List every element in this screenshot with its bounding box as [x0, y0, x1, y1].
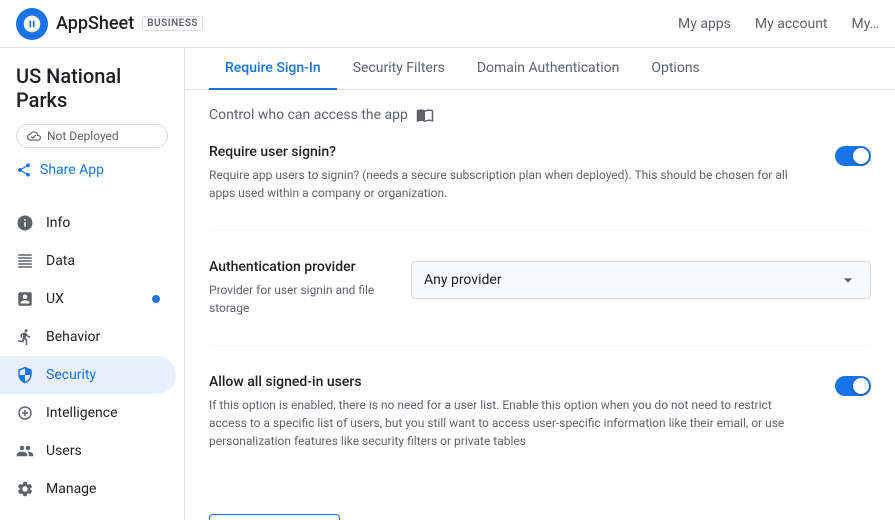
sidebar-item-users-label: Users [46, 443, 82, 459]
tab-bar: Require Sign-In Security Filters Domain … [185, 48, 895, 90]
not-deployed-label: Not Deployed [47, 129, 119, 143]
tab-security-filters[interactable]: Security Filters [337, 48, 461, 90]
toggle-thumb [853, 148, 869, 164]
behavior-icon [16, 328, 34, 346]
sidebar-item-behavior-label: Behavior [46, 329, 100, 345]
allow-all-signed-in-desc: If this option is enabled, there is no n… [209, 396, 811, 450]
ux-notification-dot [152, 295, 160, 303]
share-app-button[interactable]: Share App [0, 156, 184, 184]
require-user-signin-text: Require user signin? Require app users t… [209, 144, 835, 202]
control-header: Control who can access the app [209, 106, 871, 124]
auth-provider-desc: Provider for user signin and file storag… [209, 281, 387, 317]
require-user-signin-toggle[interactable] [835, 146, 871, 166]
sidebar-item-ux-label: UX [46, 291, 64, 307]
allow-all-signed-in-text: Allow all signed-in users If this option… [209, 374, 835, 450]
sidebar-item-users[interactable]: Users [0, 432, 176, 470]
sidebar-item-intelligence-label: Intelligence [46, 405, 118, 421]
not-deployed-badge[interactable]: Not Deployed [16, 124, 168, 148]
toggle-track-2 [835, 376, 871, 396]
main-layout: US National Parks Not Deployed Share App… [0, 48, 895, 520]
sidebar-item-behavior[interactable]: Behavior [0, 318, 176, 356]
sidebar-item-ux[interactable]: UX [0, 280, 176, 318]
nav-my-more[interactable]: My… [852, 16, 879, 32]
chevron-down-icon [838, 270, 858, 290]
logo-text: AppSheet [56, 13, 134, 34]
data-icon [16, 252, 34, 270]
security-icon [16, 366, 34, 384]
auth-provider-value: Any provider [424, 272, 502, 288]
manage-icon [16, 480, 34, 498]
sidebar-item-manage-label: Manage [46, 481, 96, 497]
toggle-thumb-2 [853, 378, 869, 394]
allow-all-signed-in-row: Allow all signed-in users If this option… [209, 374, 871, 478]
sidebar: US National Parks Not Deployed Share App… [0, 48, 185, 520]
logo-icon [16, 8, 48, 40]
tab-domain-authentication[interactable]: Domain Authentication [461, 48, 636, 90]
help-book-icon [416, 106, 434, 124]
sidebar-item-info[interactable]: Info [0, 204, 176, 242]
sidebar-item-security-label: Security [46, 367, 96, 383]
main-content: Require Sign-In Security Filters Domain … [185, 48, 895, 520]
app-logo: AppSheet BUSINESS [16, 8, 203, 40]
nav-my-account[interactable]: My account [755, 16, 828, 32]
sidebar-item-security[interactable]: Security [0, 356, 176, 394]
auth-provider-text: Authentication provider Provider for use… [209, 259, 411, 317]
allow-all-signed-in-toggle[interactable] [835, 376, 871, 396]
sidebar-item-info-label: Info [46, 215, 70, 231]
tab-options[interactable]: Options [635, 48, 715, 90]
sidebar-item-data[interactable]: Data [0, 242, 176, 280]
users-icon [16, 442, 34, 460]
authentication-provider-row: Authentication provider Provider for use… [209, 259, 871, 346]
intelligence-icon [16, 404, 34, 422]
app-title: US National Parks [0, 64, 184, 124]
allow-all-signed-in-title: Allow all signed-in users [209, 374, 811, 390]
header: AppSheet BUSINESS My apps My account My… [0, 0, 895, 48]
share-app-label: Share App [40, 162, 104, 178]
auth-provider-dropdown[interactable]: Any provider [411, 261, 871, 299]
manage-users-button[interactable]: Manage users [209, 514, 340, 520]
ux-icon [16, 290, 34, 308]
toggle-track [835, 146, 871, 166]
sidebar-item-intelligence[interactable]: Intelligence [0, 394, 176, 432]
require-user-signin-title: Require user signin? [209, 144, 811, 160]
auth-provider-title: Authentication provider [209, 259, 387, 275]
sidebar-item-data-label: Data [46, 253, 75, 269]
share-icon [16, 162, 32, 178]
require-user-signin-desc: Require app users to signin? (needs a se… [209, 166, 811, 202]
require-user-signin-row: Require user signin? Require app users t… [209, 144, 871, 231]
tab-require-sign-in[interactable]: Require Sign-In [209, 48, 337, 90]
settings-content: Control who can access the app Require u… [185, 90, 895, 520]
cloud-off-icon [27, 129, 41, 143]
header-nav: My apps My account My… [678, 16, 879, 32]
info-icon [16, 214, 34, 232]
sidebar-item-manage[interactable]: Manage [0, 470, 176, 508]
logo-badge: BUSINESS [142, 16, 203, 31]
nav-my-apps[interactable]: My apps [678, 16, 731, 32]
control-header-text: Control who can access the app [209, 107, 408, 123]
